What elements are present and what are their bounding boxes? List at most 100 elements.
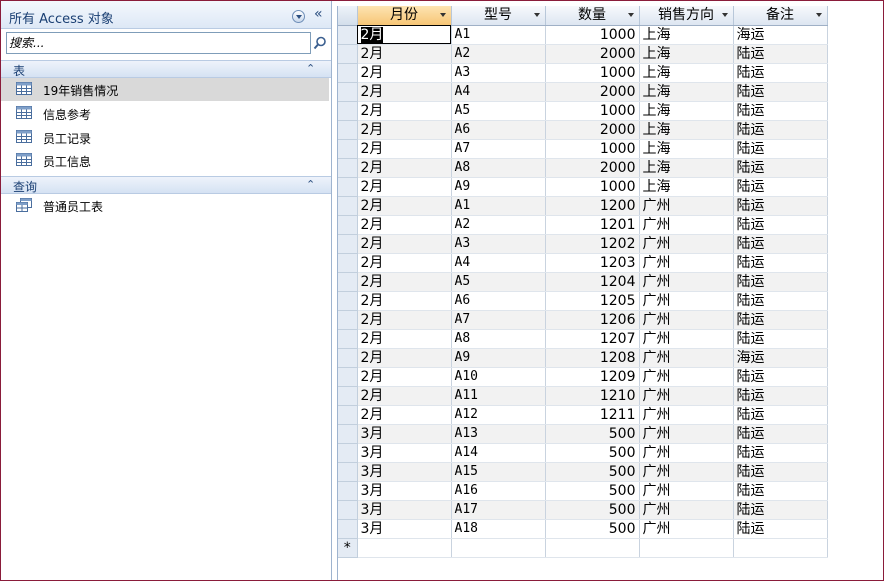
table-row[interactable]: 2月 A4 1203 广州 陆运 xyxy=(338,253,828,273)
table-cell[interactable]: 1203 xyxy=(545,253,640,273)
new-record-row[interactable]: * xyxy=(338,538,828,558)
table-cell[interactable]: A2 xyxy=(451,215,546,235)
table-cell[interactable]: 广州 xyxy=(639,329,734,349)
table-cell[interactable]: 1201 xyxy=(545,215,640,235)
table-row[interactable]: 2月 A7 1206 广州 陆运 xyxy=(338,310,828,330)
record-selector[interactable] xyxy=(338,329,358,349)
table-cell[interactable]: A16 xyxy=(451,481,546,501)
table-cell[interactable]: 2000 xyxy=(545,44,640,64)
table-cell[interactable]: 上海 xyxy=(639,82,734,102)
record-selector[interactable] xyxy=(338,424,358,444)
table-cell[interactable] xyxy=(545,538,640,558)
table-cell[interactable]: 3月 xyxy=(357,424,452,444)
nav-item-query[interactable]: 普通员工表 xyxy=(1,194,329,217)
table-cell[interactable]: 3月 xyxy=(357,462,452,482)
table-cell[interactable]: 2月 xyxy=(357,177,452,197)
table-row[interactable]: 2月 A7 1000 上海 陆运 xyxy=(338,139,828,159)
new-record-selector[interactable]: * xyxy=(338,538,358,558)
table-cell[interactable]: 海运 xyxy=(733,25,828,45)
table-cell[interactable]: 陆运 xyxy=(733,481,828,501)
table-row[interactable]: 2月 A8 2000 上海 陆运 xyxy=(338,158,828,178)
table-cell[interactable]: A4 xyxy=(451,253,546,273)
table-cell[interactable]: 上海 xyxy=(639,63,734,83)
record-selector[interactable] xyxy=(338,101,358,121)
table-cell[interactable]: 陆运 xyxy=(733,101,828,121)
record-selector[interactable] xyxy=(338,25,358,45)
column-header-remark[interactable]: 备注 xyxy=(733,6,828,26)
table-row[interactable]: 2月 A5 1204 广州 陆运 xyxy=(338,272,828,292)
table-cell[interactable]: 2月 xyxy=(357,348,452,368)
table-row[interactable]: 2月 A6 2000 上海 陆运 xyxy=(338,120,828,140)
table-cell[interactable]: 陆运 xyxy=(733,139,828,159)
table-cell[interactable]: 陆运 xyxy=(733,44,828,64)
table-cell[interactable]: A12 xyxy=(451,405,546,425)
chevron-down-icon[interactable] xyxy=(533,13,540,17)
record-selector[interactable] xyxy=(338,367,358,387)
table-cell[interactable]: A15 xyxy=(451,462,546,482)
table-cell[interactable]: 上海 xyxy=(639,44,734,64)
group-header-queries[interactable]: 查询 ⌃ xyxy=(1,176,331,194)
chevron-down-icon[interactable] xyxy=(627,13,634,17)
table-cell[interactable]: 陆运 xyxy=(733,158,828,178)
record-selector[interactable] xyxy=(338,158,358,178)
table-cell[interactable]: 广州 xyxy=(639,272,734,292)
table-row[interactable]: 2月 A6 1205 广州 陆运 xyxy=(338,291,828,311)
nav-pane-title[interactable]: 所有 Access 对象 xyxy=(9,8,114,27)
table-cell[interactable]: 2月 xyxy=(357,44,452,64)
record-selector[interactable] xyxy=(338,234,358,254)
table-cell[interactable]: 2月 xyxy=(357,63,452,83)
table-cell[interactable]: 陆运 xyxy=(733,519,828,539)
table-cell[interactable]: 500 xyxy=(545,519,640,539)
table-cell[interactable]: 上海 xyxy=(639,25,734,45)
table-cell[interactable]: 3月 xyxy=(357,519,452,539)
table-cell[interactable]: A13 xyxy=(451,424,546,444)
record-selector[interactable] xyxy=(338,443,358,463)
column-header-month[interactable]: 月份 xyxy=(357,6,452,26)
table-cell[interactable]: 上海 xyxy=(639,120,734,140)
table-row[interactable]: 2月 A4 2000 上海 陆运 xyxy=(338,82,828,102)
table-cell[interactable]: 陆运 xyxy=(733,462,828,482)
table-cell[interactable]: 2000 xyxy=(545,82,640,102)
table-row[interactable]: 3月 A16 500 广州 陆运 xyxy=(338,481,828,501)
table-cell[interactable]: 陆运 xyxy=(733,177,828,197)
table-cell[interactable]: 陆运 xyxy=(733,443,828,463)
table-cell[interactable]: 500 xyxy=(545,443,640,463)
table-cell[interactable]: A7 xyxy=(451,139,546,159)
table-cell[interactable]: 2月 xyxy=(357,386,452,406)
table-cell[interactable]: 2月 xyxy=(357,272,452,292)
table-cell[interactable]: 2月 xyxy=(357,367,452,387)
table-cell[interactable] xyxy=(733,538,828,558)
table-cell[interactable]: 1000 xyxy=(545,25,640,45)
table-cell[interactable]: A8 xyxy=(451,329,546,349)
table-cell[interactable]: 1000 xyxy=(545,63,640,83)
table-row[interactable]: 3月 A13 500 广州 陆运 xyxy=(338,424,828,444)
table-cell[interactable]: 1000 xyxy=(545,101,640,121)
chevron-down-icon[interactable] xyxy=(721,13,728,17)
table-cell[interactable]: 1211 xyxy=(545,405,640,425)
table-row[interactable]: 2月 A8 1207 广州 陆运 xyxy=(338,329,828,349)
table-cell[interactable]: A9 xyxy=(451,177,546,197)
table-cell[interactable]: 广州 xyxy=(639,196,734,216)
table-cell[interactable]: 海运 xyxy=(733,348,828,368)
table-cell[interactable]: A9 xyxy=(451,348,546,368)
table-cell[interactable] xyxy=(451,538,546,558)
table-cell[interactable]: A6 xyxy=(451,291,546,311)
table-cell[interactable]: 1200 xyxy=(545,196,640,216)
table-row[interactable]: 3月 A15 500 广州 陆运 xyxy=(338,462,828,482)
table-cell[interactable]: 2月 xyxy=(357,310,452,330)
table-cell[interactable]: 1000 xyxy=(545,139,640,159)
record-selector[interactable] xyxy=(338,139,358,159)
table-cell[interactable]: 广州 xyxy=(639,367,734,387)
table-cell[interactable]: 广州 xyxy=(639,215,734,235)
table-cell[interactable]: 1000 xyxy=(545,177,640,197)
table-cell[interactable]: 1210 xyxy=(545,386,640,406)
table-cell[interactable]: A6 xyxy=(451,120,546,140)
search-button[interactable] xyxy=(312,33,329,53)
table-cell[interactable]: 2000 xyxy=(545,120,640,140)
search-input[interactable] xyxy=(9,35,307,51)
table-cell[interactable] xyxy=(639,538,734,558)
nav-item-table[interactable]: 员工记录 xyxy=(1,126,329,149)
table-cell[interactable]: 上海 xyxy=(639,177,734,197)
table-cell[interactable]: 3月 xyxy=(357,443,452,463)
table-cell[interactable]: 2月 xyxy=(357,139,452,159)
